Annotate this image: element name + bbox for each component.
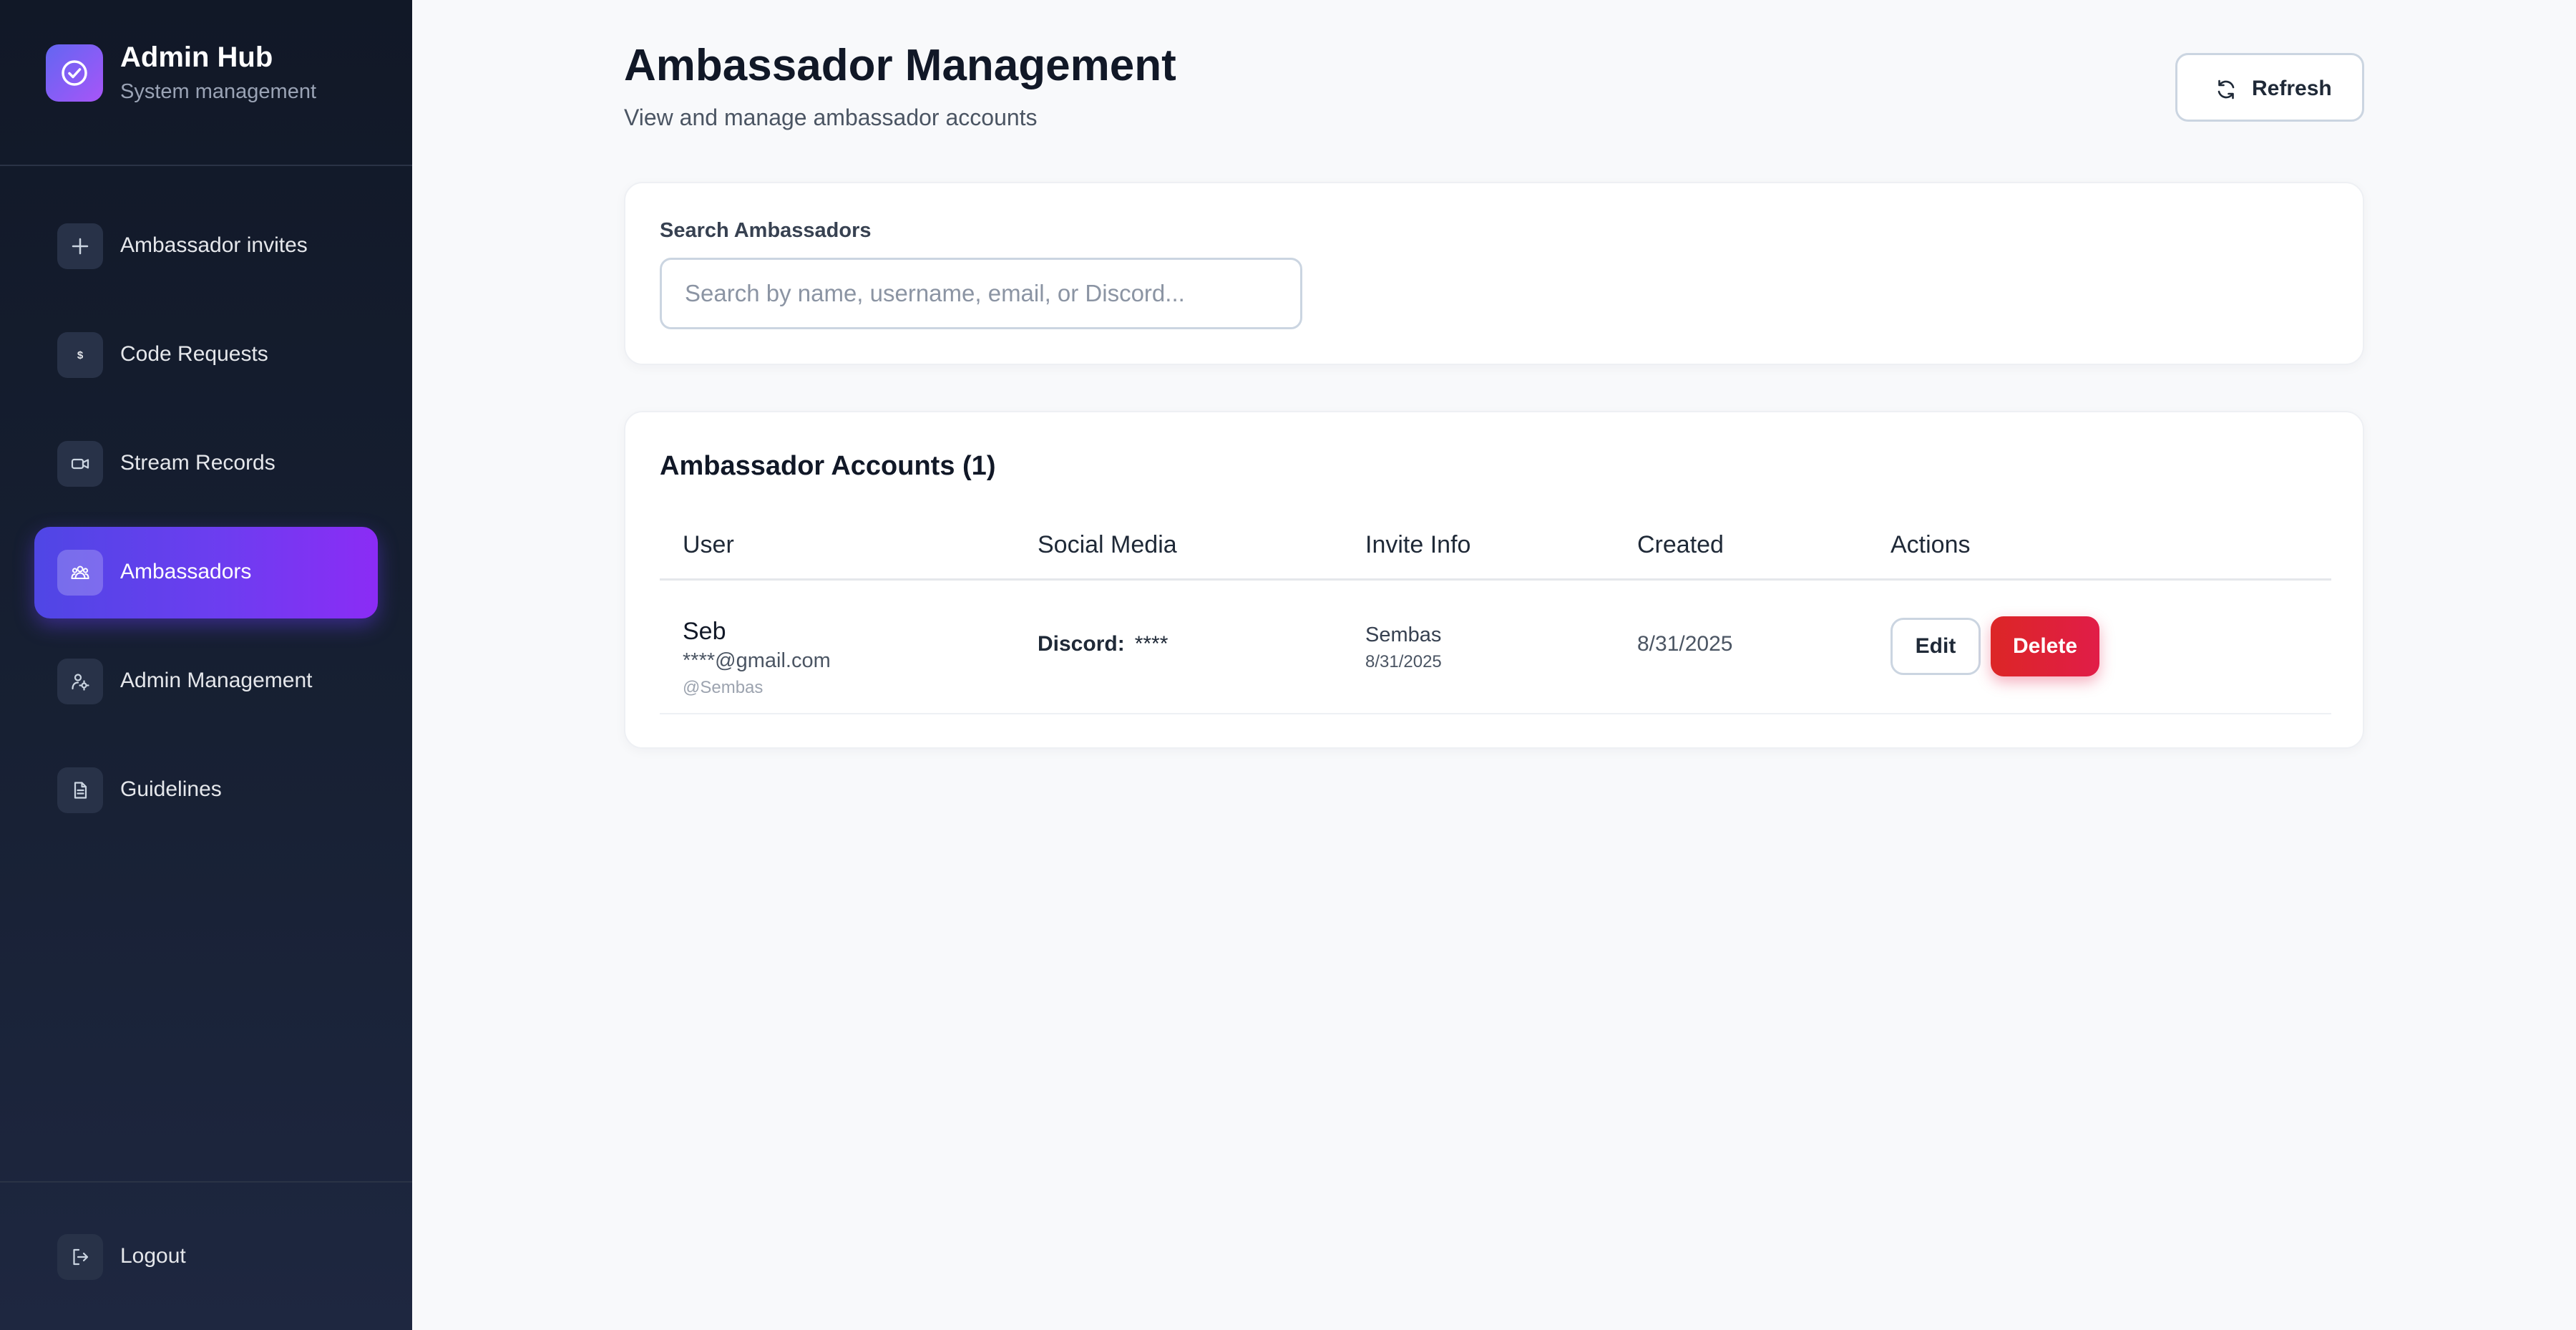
brand-subtitle: System management [120, 80, 317, 103]
search-label: Search Ambassadors [660, 219, 872, 242]
social-handle: **** [1134, 632, 1169, 656]
sidebar-item-ambassador-invites[interactable]: Ambassador invites [34, 200, 378, 292]
sidebar-item-guidelines[interactable]: Guidelines [34, 744, 378, 836]
page-subtitle: View and manage ambassador accounts [624, 105, 1038, 130]
document-icon [57, 767, 103, 813]
sidebar-divider [0, 1181, 412, 1183]
column-header-invite-info: Invite Info [1365, 531, 1471, 558]
brand-header: Admin Hub System management [0, 0, 412, 166]
edit-button[interactable]: Edit [1890, 618, 1981, 675]
dollar-icon: $ [57, 332, 103, 378]
page-title: Ambassador Management [624, 41, 1176, 90]
logout-icon [57, 1234, 103, 1280]
delete-button[interactable]: Delete [1991, 616, 2099, 676]
sidebar-item-label: Code Requests [120, 342, 268, 366]
sidebar-item-label: Guidelines [120, 777, 222, 801]
refresh-icon [2218, 79, 2235, 99]
check-circle-icon [46, 44, 103, 102]
social-platform-label: Discord: [1038, 632, 1125, 656]
users-icon [57, 550, 103, 596]
refresh-label: Refresh [2252, 77, 2332, 100]
column-header-actions: Actions [1890, 531, 1971, 558]
ambassador-table-card: Ambassador Accounts (1) User Social Medi… [624, 411, 2364, 749]
table-row-divider [660, 713, 2331, 714]
table-title: Ambassador Accounts (1) [660, 451, 996, 481]
sidebar-item-ambassadors[interactable]: Ambassadors [34, 527, 378, 618]
refresh-button[interactable]: Refresh [2175, 53, 2364, 122]
logout-button[interactable]: Logout [34, 1211, 378, 1303]
social-media-cell: Discord: **** [1038, 632, 1168, 656]
user-cog-icon [57, 659, 103, 704]
column-header-created: Created [1637, 531, 1724, 558]
brand-title: Admin Hub [120, 42, 273, 73]
user-username: @Sembas [683, 678, 763, 697]
search-card: Search Ambassadors [624, 182, 2364, 365]
sidebar-item-stream-records[interactable]: Stream Records [34, 418, 378, 510]
app-root: Admin Hub System management Ambassador i… [0, 0, 2576, 1330]
sidebar-item-label: Stream Records [120, 451, 275, 475]
invited-by: Sembas [1365, 623, 1442, 646]
sidebar-item-label: Ambassador invites [120, 233, 308, 257]
column-header-user: User [683, 531, 734, 558]
video-icon [57, 441, 103, 487]
invite-date: 8/31/2025 [1365, 652, 1442, 671]
sidebar-item-code-requests[interactable]: $ Code Requests [34, 309, 378, 401]
plus-icon [57, 223, 103, 269]
sidebar-item-label: Ambassadors [120, 560, 252, 583]
search-input[interactable] [660, 258, 1302, 329]
logout-label: Logout [120, 1244, 186, 1268]
svg-text:$: $ [77, 349, 84, 361]
user-email: ****@gmail.com [683, 649, 831, 672]
sidebar-item-admin-management[interactable]: Admin Management [34, 636, 378, 727]
table-row: Seb ****@gmail.com @Sembas Discord: **** … [625, 581, 2366, 713]
sidebar-item-label: Admin Management [120, 669, 313, 692]
created-date: 8/31/2025 [1637, 632, 1733, 656]
user-name: Seb [683, 618, 726, 645]
sidebar: Admin Hub System management Ambassador i… [0, 0, 412, 1330]
column-header-social-media: Social Media [1038, 531, 1177, 558]
